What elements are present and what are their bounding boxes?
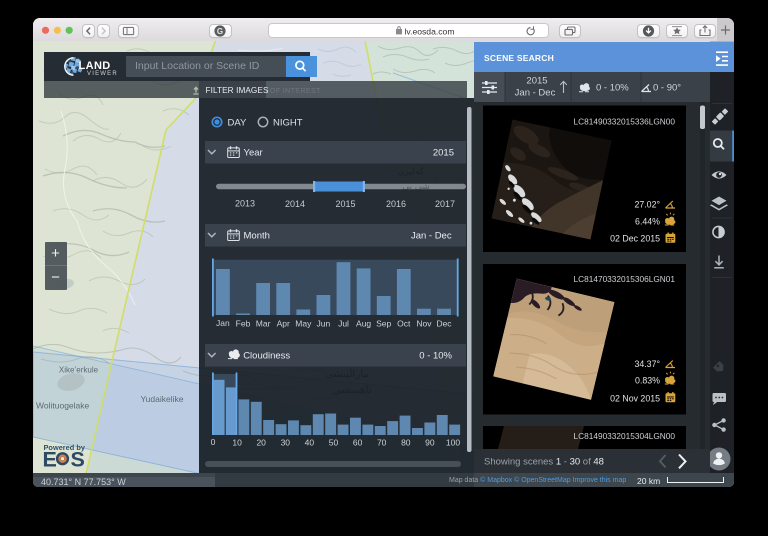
svg-text:Feb: Feb [236, 319, 251, 329]
svg-text:27.02°: 27.02° [634, 199, 660, 209]
svg-text:Jan - Dec: Jan - Dec [515, 87, 556, 98]
svg-text:34.37°: 34.37° [634, 358, 660, 368]
svg-text:0 - 10%: 0 - 10% [596, 82, 629, 93]
svg-text:SCENE SEARCH: SCENE SEARCH [484, 53, 554, 63]
svg-text:40: 40 [305, 438, 315, 448]
svg-text:G: G [217, 26, 223, 35]
svg-text:6.44%: 6.44% [635, 216, 660, 226]
svg-text:Xike’erkule: Xike’erkule [59, 366, 99, 375]
svg-text:Aug: Aug [356, 319, 371, 329]
svg-text:2017: 2017 [435, 199, 455, 209]
svg-text:2016: 2016 [386, 199, 406, 209]
svg-text:Year: Year [244, 148, 263, 159]
svg-text:90: 90 [425, 438, 435, 448]
svg-text:May: May [295, 319, 312, 329]
svg-text:Dec: Dec [436, 319, 452, 329]
svg-text:2015: 2015 [335, 199, 355, 209]
svg-text:2015: 2015 [433, 148, 454, 159]
svg-text:Cloudiness: Cloudiness [243, 351, 290, 362]
svg-text:lv.eosda.com: lv.eosda.com [405, 26, 455, 36]
svg-text:Sep: Sep [376, 319, 391, 329]
svg-text:20: 20 [256, 438, 266, 448]
svg-text:Wolituogelake: Wolituogelake [36, 401, 90, 411]
svg-text:02 Nov 2015: 02 Nov 2015 [610, 393, 660, 403]
svg-text:Showing scenes 1 - 30 of 48: Showing scenes 1 - 30 of 48 [484, 456, 604, 467]
svg-text:Jan - Dec: Jan - Dec [411, 231, 452, 242]
svg-text:Apr: Apr [277, 319, 290, 329]
svg-text:2014: 2014 [285, 199, 305, 209]
svg-text:2013: 2013 [235, 199, 255, 209]
svg-text:ناهىبىسى: ناهىبىسى [332, 384, 371, 396]
svg-text:0.83%: 0.83% [635, 375, 660, 385]
svg-text:02 Dec 2015: 02 Dec 2015 [610, 233, 660, 243]
svg-text:S: S [71, 447, 85, 471]
svg-text:كەليزن: كەليزن [398, 166, 425, 177]
svg-text:LC81490332015336LGN00: LC81490332015336LGN00 [574, 116, 676, 126]
svg-text:Yudaikelike: Yudaikelike [140, 394, 183, 404]
svg-text:Mar: Mar [256, 319, 271, 329]
svg-text:50: 50 [329, 438, 339, 448]
svg-text:0: 0 [211, 437, 216, 447]
svg-text:30: 30 [281, 438, 291, 448]
svg-text:شى بى: شى بى [402, 181, 430, 191]
svg-text:LC81490332015304LGN00: LC81490332015304LGN00 [574, 431, 676, 441]
svg-text:2015: 2015 [526, 75, 547, 86]
svg-text:100: 100 [446, 438, 460, 448]
svg-text:0 - 90°: 0 - 90° [653, 82, 681, 93]
svg-text:Oct: Oct [397, 319, 411, 329]
svg-text:70: 70 [377, 438, 387, 448]
svg-text:0 - 10%: 0 - 10% [419, 351, 452, 362]
svg-text:10: 10 [232, 438, 242, 448]
svg-text:LC81470332015306LGN01: LC81470332015306LGN01 [574, 274, 676, 284]
svg-text:DAY: DAY [228, 117, 247, 128]
svg-text:Month: Month [244, 231, 270, 242]
svg-text:80: 80 [401, 438, 411, 448]
svg-text:NIGHT: NIGHT [273, 117, 303, 128]
svg-text:Jan: Jan [216, 318, 230, 328]
svg-text:مارالبىشى: مارالبىشى [325, 368, 370, 380]
svg-text:E: E [43, 447, 57, 471]
svg-text:60: 60 [353, 438, 363, 448]
svg-text:Jun: Jun [317, 319, 331, 329]
svg-text:Nov: Nov [416, 319, 432, 329]
svg-text:Jul: Jul [338, 319, 349, 329]
